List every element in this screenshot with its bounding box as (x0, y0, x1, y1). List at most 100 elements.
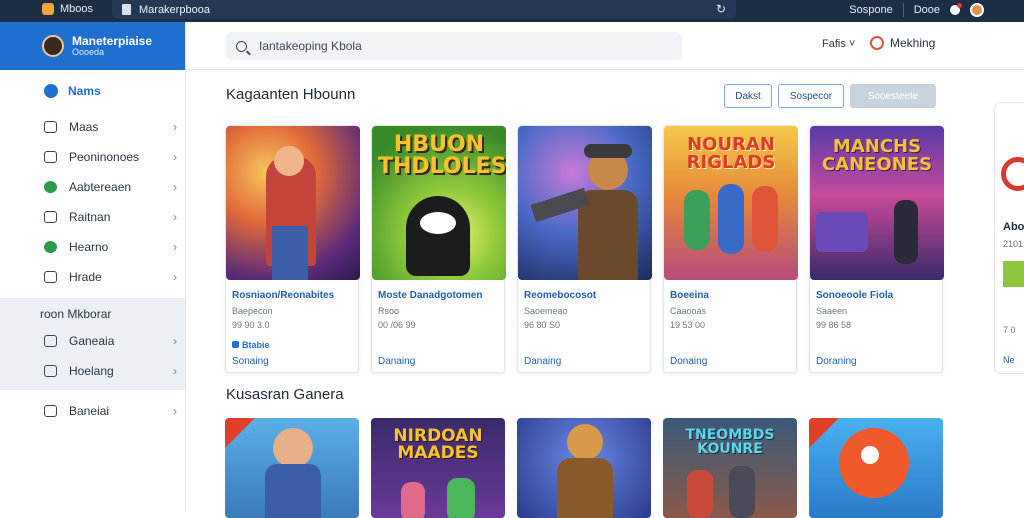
promo-meta: 2101 (1003, 239, 1024, 249)
card-meta: Saaeen (816, 306, 848, 316)
sidebar-item-label: Nams (68, 84, 101, 98)
sidebar-item-1[interactable]: Maas › (0, 112, 185, 142)
sidebar-item-label: Maas (69, 120, 99, 134)
game-art (265, 464, 321, 518)
header-cta[interactable]: Mekhing (870, 36, 935, 50)
card-action-link[interactable]: Donaing (670, 356, 707, 367)
card-action-link[interactable]: Sonaing (232, 356, 269, 367)
sidebar-group-title: roon Mkborar (40, 307, 112, 321)
gear-icon (44, 335, 57, 347)
top-link-1[interactable]: Sospone (849, 4, 892, 16)
art-title: NOURAN RIGLADS (686, 134, 776, 173)
game-card[interactable]: NOURAN RIGLADS Boeeina Caaooas 19 53 00 … (663, 125, 798, 373)
game-art (401, 482, 425, 518)
sidebar-item-5[interactable]: Hearno › (0, 232, 185, 262)
card-meta: Saoemeao (524, 306, 568, 316)
search-input[interactable]: Iantakeoping Kbola (226, 32, 682, 60)
chevron-right-icon: › (173, 270, 177, 284)
promo-banner (1003, 261, 1024, 287)
sidebar-item-label: Ganeaia (69, 334, 115, 348)
filter-dropdown[interactable]: Fafis ˅ (822, 38, 855, 50)
sidebar-item-6[interactable]: Hrade › (0, 262, 185, 292)
game-art (557, 458, 613, 518)
sidebar-item-footer[interactable]: Baneiai › (0, 396, 185, 426)
card-title: Boeeina (670, 290, 709, 301)
promo-title: Abo (1003, 221, 1024, 233)
window-titlebar: Mboos Marakerpbooa ↻ Sospone Dooe (0, 0, 1024, 22)
card-action-link[interactable]: Doraning (816, 356, 857, 367)
search-icon (236, 40, 247, 52)
chat-icon (44, 241, 57, 253)
section-actions: Dakst Sospecor Sooesteete (724, 84, 936, 108)
filter-button-1[interactable]: Dakst (724, 84, 772, 108)
card-meta: Baepecon (232, 306, 273, 316)
bag-icon (44, 121, 57, 133)
window-actions: Sospone Dooe (849, 3, 984, 17)
card-stats: 00 /06 99 (378, 320, 416, 330)
shield-icon (44, 405, 57, 417)
cta-icon (870, 36, 884, 50)
game-card[interactable]: NIRDOAN MAADES (371, 418, 505, 518)
card-badge: Btabie (232, 340, 270, 350)
sidebar-item-2[interactable]: Peoninonoes › (0, 142, 185, 172)
game-card[interactable] (517, 418, 651, 518)
chevron-right-icon: › (173, 150, 177, 164)
sidebar-item-3[interactable]: Aabtereaen › (0, 172, 185, 202)
card-meta: Rsoo (378, 306, 400, 316)
game-card[interactable] (225, 418, 359, 518)
game-card[interactable]: MANCHS CANEONES Sonoeoole Fiola Saaeen 9… (809, 125, 944, 373)
top-header: Iantakeoping Kbola Fafis ˅ Mekhing (186, 22, 1024, 70)
card-action-link[interactable]: Danaing (378, 356, 415, 367)
brand-logo-icon (1001, 157, 1024, 191)
section-title: Kagaanten Hbounn (226, 86, 356, 103)
promo-action-link[interactable]: Ne (1003, 355, 1015, 365)
game-card[interactable]: HBUON THDLOLES Moste Danadgotomen Rsoo 0… (371, 125, 506, 373)
sidebar-group-item-1[interactable]: Ganeaia › (0, 326, 185, 356)
card-action-link[interactable]: Danaing (524, 356, 561, 367)
top-link-2[interactable]: Dooe (914, 4, 940, 16)
puzzle-icon (44, 271, 57, 283)
address-bar[interactable]: Marakerpbooa ↻ (112, 0, 736, 19)
profile-name: Maneterpiaise (72, 34, 153, 48)
promo-card[interactable]: Abo 2101 7 0 Ne (994, 102, 1024, 374)
game-art (567, 424, 603, 460)
game-card[interactable]: Reomebocosot Saoemeao 96 80 S0 Danaing (517, 125, 652, 373)
chevron-right-icon: › (173, 180, 177, 194)
game-art (273, 428, 313, 468)
card-icon (44, 211, 57, 223)
cta-label: Mekhing (890, 36, 936, 50)
card-title: Moste Danadgotomen (378, 290, 483, 301)
frame-icon (44, 151, 57, 163)
chevron-right-icon: › (173, 210, 177, 224)
game-card[interactable]: TNEOMBDS KOUNRE (663, 418, 797, 518)
game-card[interactable] (809, 418, 943, 518)
sidebar-group: roon Mkborar Ganeaia › Hoelang › (0, 298, 185, 390)
profile-header[interactable]: Maneterpiaise Oooeda (0, 22, 185, 70)
chevron-right-icon: › (173, 240, 177, 254)
address-text: Marakerpbooa (139, 3, 210, 16)
avatar (42, 35, 64, 57)
user-avatar[interactable] (970, 3, 984, 17)
game-card[interactable]: Rosniaon/Reonabites Baepecon 99 90 3.0 B… (225, 125, 360, 373)
art-title: HBUON THDLOLES (378, 132, 506, 179)
chevron-right-icon: › (173, 334, 177, 348)
sidebar: Maneterpiaise Oooeda Nams Maas › Peonino… (0, 22, 186, 512)
filter-button-3[interactable]: Sooesteete (850, 84, 936, 108)
game-art (226, 126, 360, 280)
game-art (447, 478, 475, 518)
game-art (729, 466, 755, 518)
card-stats: 99 90 3.0 (232, 320, 270, 330)
game-art (518, 126, 652, 280)
card-stats: 96 80 S0 (524, 320, 561, 330)
reload-icon[interactable]: ↻ (716, 2, 726, 16)
divider (902, 3, 904, 17)
sidebar-item-label: Hoelang (69, 364, 114, 378)
sidebar-item-label: Baneiai (69, 404, 110, 418)
sidebar-item-label: Raitnan (69, 210, 111, 224)
sidebar-item-4[interactable]: Raitnan › (0, 202, 185, 232)
filter-button-2[interactable]: Sospecor (778, 84, 844, 108)
sidebar-item-label: Hearno (69, 240, 109, 254)
notification-icon[interactable] (950, 3, 962, 15)
sidebar-item-home[interactable]: Nams (0, 70, 185, 112)
sidebar-group-item-2[interactable]: Hoelang › (0, 356, 185, 386)
